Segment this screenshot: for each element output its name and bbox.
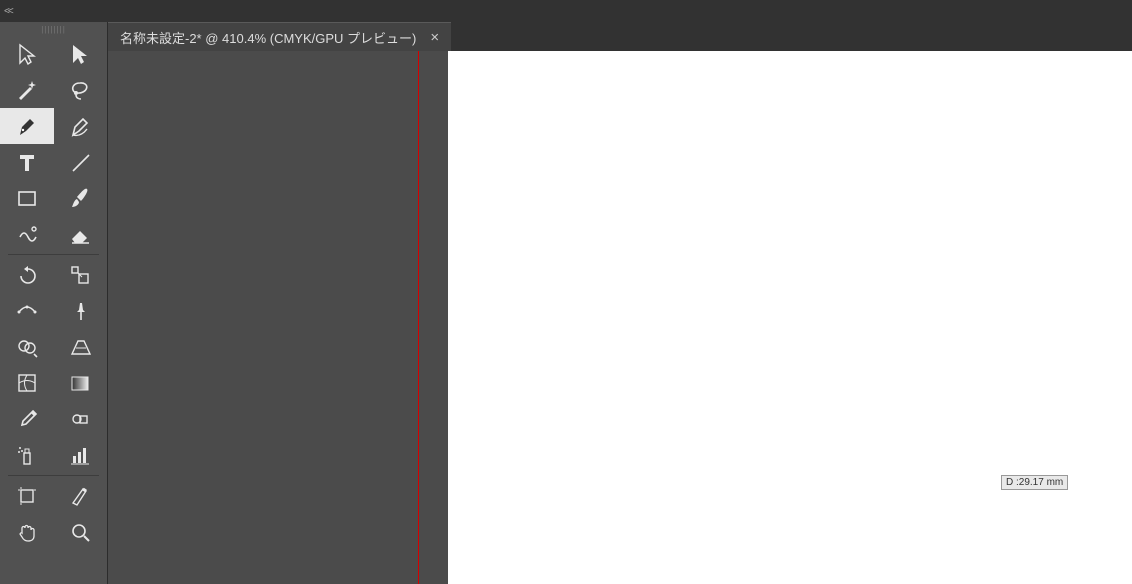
rectangle-tool[interactable]	[0, 180, 54, 216]
gradient-icon	[69, 372, 91, 394]
shaper-icon	[16, 223, 38, 245]
selection-tool[interactable]	[0, 36, 54, 72]
blend-icon	[69, 408, 91, 430]
collapse-chevron-icon[interactable]: <<	[0, 6, 12, 17]
paintbrush-tool[interactable]	[54, 180, 108, 216]
zoom-tool[interactable]	[54, 514, 108, 550]
rotate-tool[interactable]	[0, 257, 54, 293]
column-graph-tool[interactable]	[54, 437, 108, 473]
artboard-icon	[16, 485, 38, 507]
lasso-tool[interactable]	[54, 72, 108, 108]
eyedropper-tool[interactable]	[0, 401, 54, 437]
rect-icon	[16, 187, 38, 209]
panel-collapse-bar: <<	[0, 0, 1132, 22]
eraser-icon	[69, 223, 91, 245]
separator	[8, 475, 99, 476]
main: 名称未設定-2* @ 410.4% (CMYK/GPU プレビュー) × D :…	[0, 22, 1132, 584]
scale-icon	[69, 264, 91, 286]
drawing-overlay	[108, 51, 408, 201]
pin-icon	[69, 300, 91, 322]
mesh-icon	[16, 372, 38, 394]
type-icon	[16, 151, 38, 173]
app: << 名称未設定-2* @ 410.4% (CMYK/GPU プレビュー) ×	[0, 0, 1132, 584]
graph-icon	[69, 444, 91, 466]
separator	[8, 254, 99, 255]
shaper-tool[interactable]	[0, 216, 54, 252]
width-icon	[16, 300, 38, 322]
perspective-grid-tool[interactable]	[54, 329, 108, 365]
spray-icon	[16, 444, 38, 466]
tool-grid	[0, 36, 107, 550]
line-segment-tool[interactable]	[54, 144, 108, 180]
guide-vertical	[418, 51, 419, 584]
scale-tool[interactable]	[54, 257, 108, 293]
canvas[interactable]: D :29.17 mm	[108, 51, 1132, 584]
width-tool[interactable]	[0, 293, 54, 329]
brush-icon	[69, 187, 91, 209]
lasso-icon	[69, 79, 91, 101]
hand-icon	[16, 521, 38, 543]
tooltip-text: D :29.17 mm	[1006, 477, 1063, 488]
free-transform-tool[interactable]	[54, 293, 108, 329]
eyedropper-icon	[16, 408, 38, 430]
rotate-icon	[16, 264, 38, 286]
arrow-solid-icon	[69, 43, 91, 65]
curvepen-icon	[69, 115, 91, 137]
measurement-tooltip: D :29.17 mm	[1001, 475, 1068, 490]
type-tool[interactable]	[0, 144, 54, 180]
magic-wand-tool[interactable]	[0, 72, 54, 108]
tools-panel	[0, 22, 108, 584]
artboard	[448, 51, 1132, 584]
direct-selection-tool[interactable]	[54, 36, 108, 72]
pen-icon	[16, 115, 38, 137]
slice-tool[interactable]	[54, 478, 108, 514]
mesh-tool[interactable]	[0, 365, 54, 401]
workarea: 名称未設定-2* @ 410.4% (CMYK/GPU プレビュー) × D :…	[108, 22, 1132, 584]
document-tab[interactable]: 名称未設定-2* @ 410.4% (CMYK/GPU プレビュー) ×	[108, 22, 451, 51]
gradient-tool[interactable]	[54, 365, 108, 401]
hand-tool[interactable]	[0, 514, 54, 550]
pen-tool[interactable]	[0, 108, 54, 144]
document-tab-label: 名称未設定-2* @ 410.4% (CMYK/GPU プレビュー)	[120, 28, 416, 47]
eraser-tool[interactable]	[54, 216, 108, 252]
blend-tool[interactable]	[54, 401, 108, 437]
perspective-icon	[69, 336, 91, 358]
arrow-outline-icon	[16, 43, 38, 65]
artboard-tool[interactable]	[0, 478, 54, 514]
shapebuilder-icon	[16, 336, 38, 358]
panel-grip[interactable]	[0, 22, 107, 36]
zoom-icon	[69, 521, 91, 543]
line-icon	[69, 151, 91, 173]
shape-builder-tool[interactable]	[0, 329, 54, 365]
document-tab-bar: 名称未設定-2* @ 410.4% (CMYK/GPU プレビュー) ×	[108, 22, 1132, 51]
close-icon[interactable]: ×	[430, 29, 439, 46]
wand-icon	[16, 79, 38, 101]
slice-icon	[69, 485, 91, 507]
curvature-tool[interactable]	[54, 108, 108, 144]
symbol-sprayer-tool[interactable]	[0, 437, 54, 473]
